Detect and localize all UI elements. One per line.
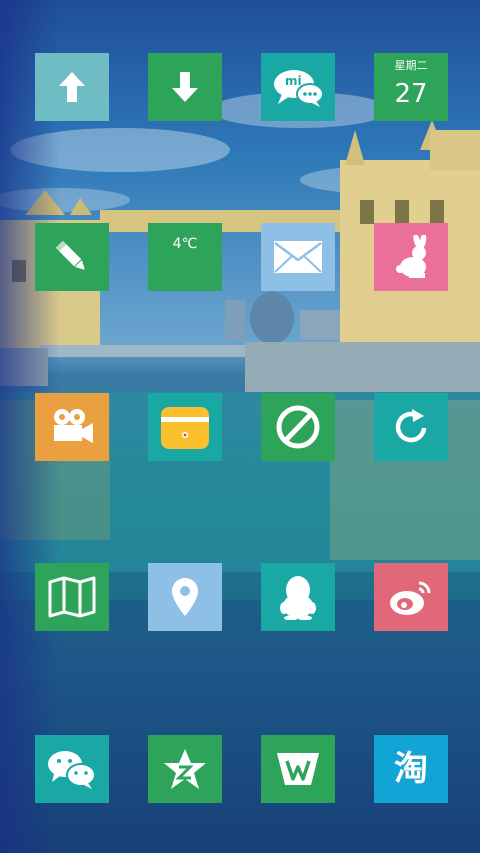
block-forbidden-icon — [275, 404, 321, 450]
wallet-tile[interactable] — [148, 393, 222, 461]
calendar-day: 27 — [394, 79, 428, 109]
qq-tile[interactable] — [261, 563, 335, 631]
weather-tile[interactable]: 4℃ — [148, 223, 222, 291]
wechat-icon — [46, 748, 98, 790]
weather-temperature: 4℃ — [172, 236, 198, 252]
wallet-card-icon — [159, 403, 211, 451]
notes-tile[interactable] — [35, 223, 109, 291]
rabbit-tile[interactable] — [374, 223, 448, 291]
video-tile[interactable] — [35, 393, 109, 461]
up-arrow-tile[interactable] — [35, 53, 109, 121]
refresh-icon — [390, 406, 432, 448]
up-arrow-icon — [57, 70, 87, 104]
mi-talk-tile[interactable]: mi — [261, 53, 335, 121]
wps-office-icon — [275, 749, 321, 789]
weibo-icon — [387, 577, 435, 617]
mi-talk-icon: mi — [272, 66, 324, 108]
calendar-weekday: 星期二 — [394, 59, 428, 72]
location-tile[interactable] — [148, 563, 222, 631]
qq-penguin-icon — [278, 574, 318, 620]
down-arrow-icon — [170, 70, 200, 104]
down-arrow-tile[interactable] — [148, 53, 222, 121]
rabbit-icon — [391, 235, 431, 279]
pencil-icon — [52, 237, 92, 277]
star-app-icon — [162, 747, 208, 791]
taobao-tile[interactable]: 淘 — [374, 735, 448, 803]
refresh-tile[interactable] — [374, 393, 448, 461]
map-tile[interactable] — [35, 563, 109, 631]
taobao-icon: 淘 — [394, 749, 428, 789]
wechat-tile[interactable] — [35, 735, 109, 803]
wps-tile[interactable] — [261, 735, 335, 803]
star-app-tile[interactable] — [148, 735, 222, 803]
map-icon — [48, 576, 96, 618]
mail-envelope-icon — [273, 240, 323, 274]
video-camera-icon — [49, 407, 95, 447]
mail-tile[interactable] — [261, 223, 335, 291]
location-pin-icon — [170, 576, 200, 618]
block-tile[interactable] — [261, 393, 335, 461]
mi-logo-text: mi — [285, 74, 302, 88]
calendar-tile[interactable]: 星期二 27 — [374, 53, 448, 121]
weibo-tile[interactable] — [374, 563, 448, 631]
